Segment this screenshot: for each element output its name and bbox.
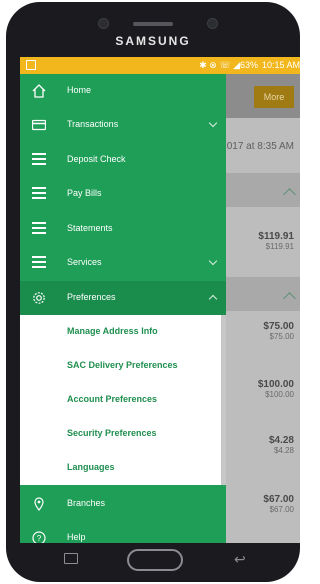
nav-item-label: Home: [67, 85, 92, 95]
nav-item-label: Statements: [67, 223, 113, 233]
chevron-up-icon: [283, 188, 296, 201]
phone-top-bezel: SAMSUNG: [6, 2, 300, 58]
chevron-down-icon: [208, 256, 218, 266]
status-bar: ✱ ⊗ ☏ ◢ 63% 10:15 AM: [20, 57, 300, 74]
battery-percentage: 63%: [239, 60, 258, 70]
location-pin-icon: [34, 497, 44, 511]
menu-icon: [32, 187, 46, 201]
submenu-item-security-preferences[interactable]: Security Preferences: [20, 417, 226, 451]
nav-item-transactions[interactable]: Transactions: [20, 108, 226, 142]
nav-item-label: Services: [67, 257, 102, 267]
nav-item-deposit-check[interactable]: Deposit Check: [20, 143, 226, 177]
nav-item-home[interactable]: Home: [20, 74, 226, 108]
card-icon: [32, 119, 46, 131]
submenu-item-languages[interactable]: Languages: [20, 451, 226, 485]
home-icon: [32, 84, 46, 98]
menu-icon: [32, 222, 46, 236]
nav-item-label: Deposit Check: [67, 154, 126, 164]
submenu-item-label: Security Preferences: [67, 428, 157, 438]
gallery-notification-icon: [26, 60, 36, 70]
chevron-up-icon: [208, 294, 218, 304]
phone-frame: SAMSUNG ✱ ⊗ ☏ ◢ 63% 10:15 AM More 2017 a…: [6, 2, 300, 582]
background-amount: $119.91 $119.91: [258, 231, 294, 251]
svg-text:?: ?: [37, 534, 42, 543]
submenu-item-account-preferences[interactable]: Account Preferences: [20, 383, 226, 417]
menu-icon: [32, 256, 46, 270]
recent-apps-icon[interactable]: [64, 553, 78, 564]
submenu-item-manage-address-info[interactable]: Manage Address Info: [20, 315, 226, 349]
status-icons: ✱ ⊗ ☏ ◢: [199, 60, 240, 70]
gear-icon: [33, 292, 45, 304]
submenu-item-label: Manage Address Info: [67, 326, 158, 336]
device-brand: SAMSUNG: [115, 34, 191, 48]
nav-item-label: Preferences: [67, 292, 116, 302]
more-button[interactable]: More: [254, 86, 294, 108]
nav-item-label: Transactions: [67, 119, 119, 129]
nav-item-statements[interactable]: Statements: [20, 212, 226, 246]
nav-item-services[interactable]: Services: [20, 246, 226, 280]
nav-item-label: Help: [67, 532, 86, 542]
background-amount: $67.00 $67.00: [263, 494, 294, 514]
nav-item-pay-bills[interactable]: Pay Bills: [20, 177, 226, 211]
nav-item-branches[interactable]: Branches: [20, 487, 226, 521]
back-icon[interactable]: ↩: [234, 551, 246, 568]
background-amount: $75.00 $75.00: [263, 321, 294, 341]
submenu-item-label: Account Preferences: [67, 394, 158, 404]
front-camera-icon: [207, 18, 218, 29]
submenu-item-label: Languages: [67, 462, 115, 472]
sensor-icon: [98, 18, 109, 29]
chevron-down-icon: [208, 118, 218, 128]
screen: ✱ ⊗ ☏ ◢ 63% 10:15 AM More 2017 at 8:35 A…: [20, 57, 300, 543]
menu-icon: [32, 153, 46, 167]
preferences-submenu: Manage Address Info SAC Delivery Prefere…: [20, 315, 226, 485]
phone-bottom-bezel: ↩: [6, 543, 300, 582]
navigation-drawer: Home Transactions Deposit Check Pay Bill…: [20, 74, 226, 543]
submenu-scrollbar[interactable]: [221, 315, 226, 485]
background-amount: $100.00 $100.00: [257, 379, 294, 399]
nav-item-preferences[interactable]: Preferences: [20, 281, 226, 315]
earpiece-speaker: [133, 22, 173, 26]
nav-item-label: Pay Bills: [67, 188, 102, 198]
submenu-item-sac-delivery-preferences[interactable]: SAC Delivery Preferences: [20, 349, 226, 383]
chevron-up-icon: [283, 292, 296, 305]
home-button[interactable]: [127, 549, 183, 571]
background-date: 2017 at 8:35 AM: [221, 141, 294, 152]
submenu-item-label: SAC Delivery Preferences: [67, 360, 178, 370]
background-amount: $4.28 $4.28: [268, 435, 294, 455]
nav-item-help[interactable]: ? Help: [20, 521, 226, 543]
nav-item-label: Branches: [67, 498, 106, 508]
clock: 10:15 AM: [261, 60, 300, 70]
help-icon: ?: [32, 531, 46, 543]
